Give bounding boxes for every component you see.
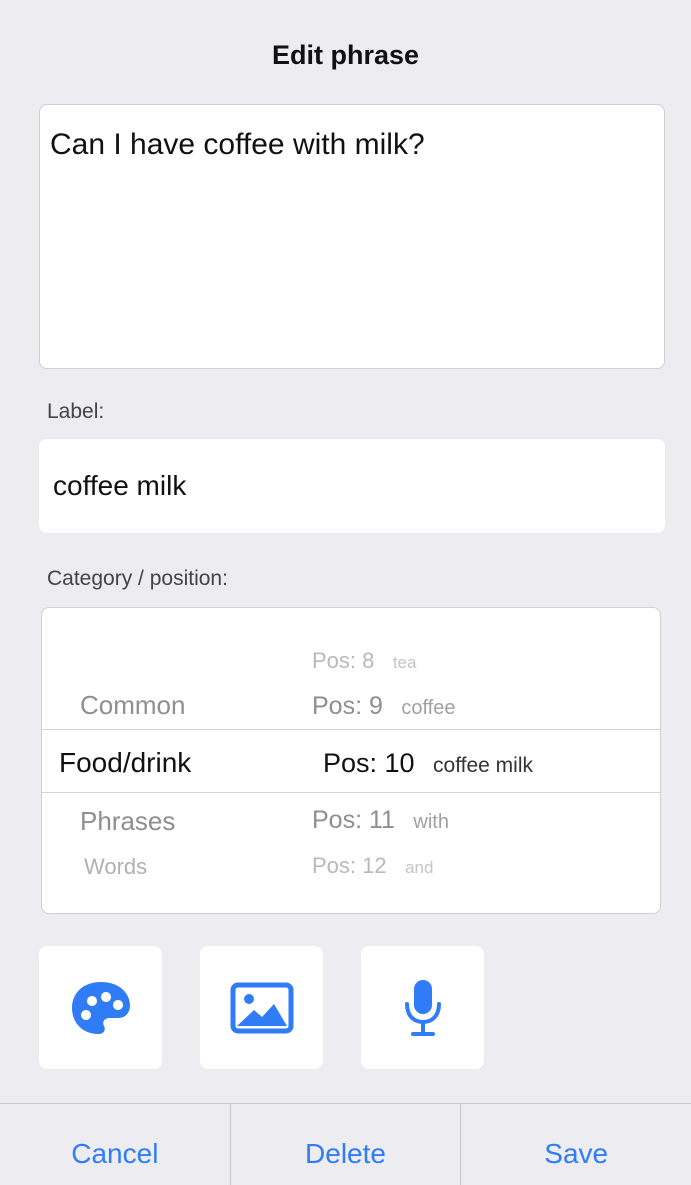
category-option-common[interactable]: Common	[80, 690, 185, 721]
position-word: with	[413, 811, 449, 833]
image-icon	[230, 982, 293, 1033]
page-title: Edit phrase	[271, 40, 420, 70]
image-button[interactable]	[200, 946, 323, 1069]
record-audio-button[interactable]	[361, 946, 484, 1069]
color-palette-button[interactable]	[39, 946, 162, 1069]
phrase-text-area[interactable]: Can I have coffee with milk?	[39, 104, 665, 369]
label-input-value: coffee milk	[53, 470, 187, 501]
bottom-action-bar: Cancel Delete Save	[0, 1103, 691, 1185]
position-option[interactable]: Pos: 8 tea	[312, 648, 416, 674]
label-caption: Label:	[47, 400, 105, 423]
label-input[interactable]: coffee milk	[39, 439, 665, 533]
palette-icon	[71, 981, 130, 1034]
position-option[interactable]: Pos: 9 coffee	[312, 692, 455, 721]
position-option[interactable]: Pos: 12 and	[312, 853, 433, 879]
position-word: coffee milk	[433, 754, 534, 777]
position-number: Pos: 8	[312, 648, 375, 673]
position-number: Pos: 11	[312, 806, 395, 834]
cancel-button[interactable]: Cancel	[0, 1104, 230, 1185]
position-number: Pos: 12	[312, 853, 387, 878]
position-word: tea	[392, 653, 417, 672]
position-number: Pos: 9	[312, 692, 383, 720]
category-position-picker[interactable]: Common Food/drink Phrases Words Pos: 8 t…	[41, 607, 661, 914]
category-option-phrases[interactable]: Phrases	[80, 806, 175, 837]
save-button[interactable]: Save	[460, 1104, 691, 1185]
position-word: and	[405, 858, 434, 877]
category-option-words[interactable]: Words	[84, 854, 147, 880]
position-option-selected[interactable]: Pos: 10 coffee milk	[323, 748, 533, 779]
category-caption: Category / position:	[47, 567, 228, 590]
position-word: coffee	[401, 697, 456, 719]
position-number: Pos: 10	[323, 748, 415, 778]
category-option-food-drink[interactable]: Food/drink	[59, 747, 191, 779]
position-option[interactable]: Pos: 11 with	[312, 806, 449, 835]
delete-button[interactable]: Delete	[229, 1104, 461, 1185]
microphone-icon	[404, 979, 441, 1036]
